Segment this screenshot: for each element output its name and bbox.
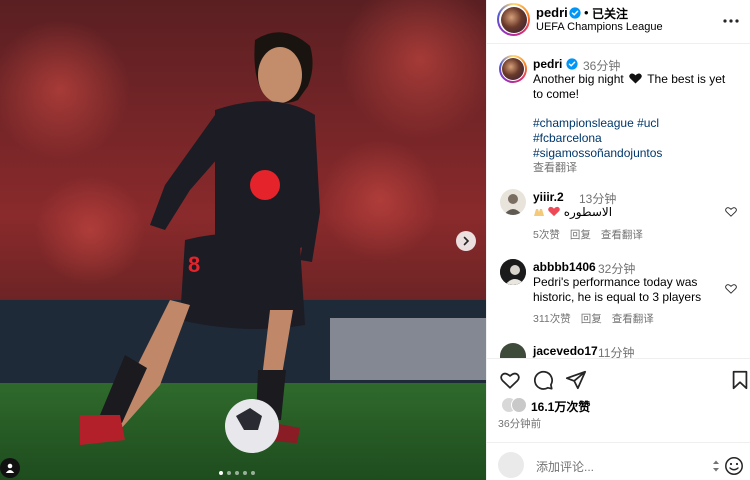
comment-text: الاسطوره (533, 205, 612, 220)
add-comment-input[interactable]: 添加评论... (536, 458, 594, 475)
more-options-icon[interactable] (722, 18, 740, 24)
emoji-icon[interactable] (724, 456, 744, 476)
post-photo[interactable]: 8 (0, 0, 486, 480)
comment-meta: 5次赞 回复 查看翻译 (533, 227, 653, 242)
author-username[interactable]: pedri (536, 5, 568, 20)
next-photo-button[interactable] (456, 231, 476, 251)
separator-dot: • (584, 5, 589, 20)
comment-username[interactable]: abbbb1406 (533, 260, 596, 274)
comment-see-translation[interactable]: 查看翻译 (601, 229, 643, 241)
comment-likes[interactable]: 311次赞 (533, 313, 571, 325)
post-timestamp[interactable]: 36分钟前 (498, 416, 541, 431)
post-side-panel: pedri • 已关注 UEFA Champions League pedri … (486, 0, 750, 480)
chevron-up-down-icon[interactable] (712, 459, 720, 473)
chevron-right-icon (463, 236, 470, 246)
heart-icon[interactable] (499, 369, 521, 391)
jersey-number: 8 (188, 252, 200, 277)
comment-username[interactable]: yiiir.2 (533, 190, 564, 204)
actions-divider (487, 358, 750, 359)
comment-like-heart-icon[interactable] (725, 206, 737, 218)
user-tag-icon (5, 463, 15, 473)
raised-hands-emoji-icon (534, 209, 544, 216)
share-icon[interactable] (565, 369, 587, 391)
carousel-dot (219, 471, 223, 475)
verified-badge-icon (569, 7, 581, 19)
photo-scene: 8 (0, 0, 486, 480)
commenter-avatar[interactable] (500, 343, 526, 358)
current-user-avatar (498, 452, 524, 478)
commenter-avatar[interactable] (500, 259, 526, 285)
bookmark-icon[interactable] (729, 369, 750, 391)
comment-reply-button[interactable]: 回复 (570, 229, 591, 241)
caption-see-translation[interactable]: 查看翻译 (533, 159, 577, 175)
verified-badge-icon (566, 58, 578, 70)
following-button[interactable]: 已关注 (592, 5, 628, 22)
red-heart-emoji-icon (548, 206, 561, 217)
caption-hashtags: #championsleague #ucl #fcbarcelona #siga… (533, 116, 745, 161)
caption-text: Another big night The best is yet to com… (533, 72, 726, 101)
post-header: pedri • 已关注 UEFA Champions League (487, 0, 750, 44)
comment-reply-button[interactable]: 回复 (581, 313, 602, 325)
carousel-dot (227, 471, 231, 475)
post-location[interactable]: UEFA Champions League (536, 21, 663, 33)
likes-count[interactable]: 16.1万次赞 (531, 398, 590, 415)
hashtag-link[interactable]: #championsleague #ucl (533, 116, 745, 131)
comment-username[interactable]: jacevedo17 (533, 344, 598, 358)
comment-icon[interactable] (532, 369, 554, 391)
comment-box-divider (486, 442, 750, 443)
tagged-users-button[interactable] (0, 458, 20, 478)
comment-likes[interactable]: 5次赞 (533, 229, 560, 241)
comment-like-heart-icon[interactable] (725, 283, 737, 295)
black-heart-icon (629, 73, 642, 84)
author-avatar[interactable] (497, 3, 530, 36)
caption-avatar[interactable] (499, 55, 527, 83)
carousel-dot (235, 471, 239, 475)
comment-see-translation[interactable]: 查看翻译 (612, 313, 654, 325)
carousel-dot (243, 471, 247, 475)
comment-meta: 311次赞 回复 查看翻译 (533, 311, 664, 326)
carousel-indicator (219, 471, 255, 475)
commenter-avatar[interactable] (500, 189, 526, 215)
carousel-dot (251, 471, 255, 475)
caption-username[interactable]: pedri (533, 57, 562, 71)
hashtag-link[interactable]: #fcbarcelona (533, 131, 745, 146)
comment-text: Pedri's performance today was historic, … (533, 275, 702, 304)
